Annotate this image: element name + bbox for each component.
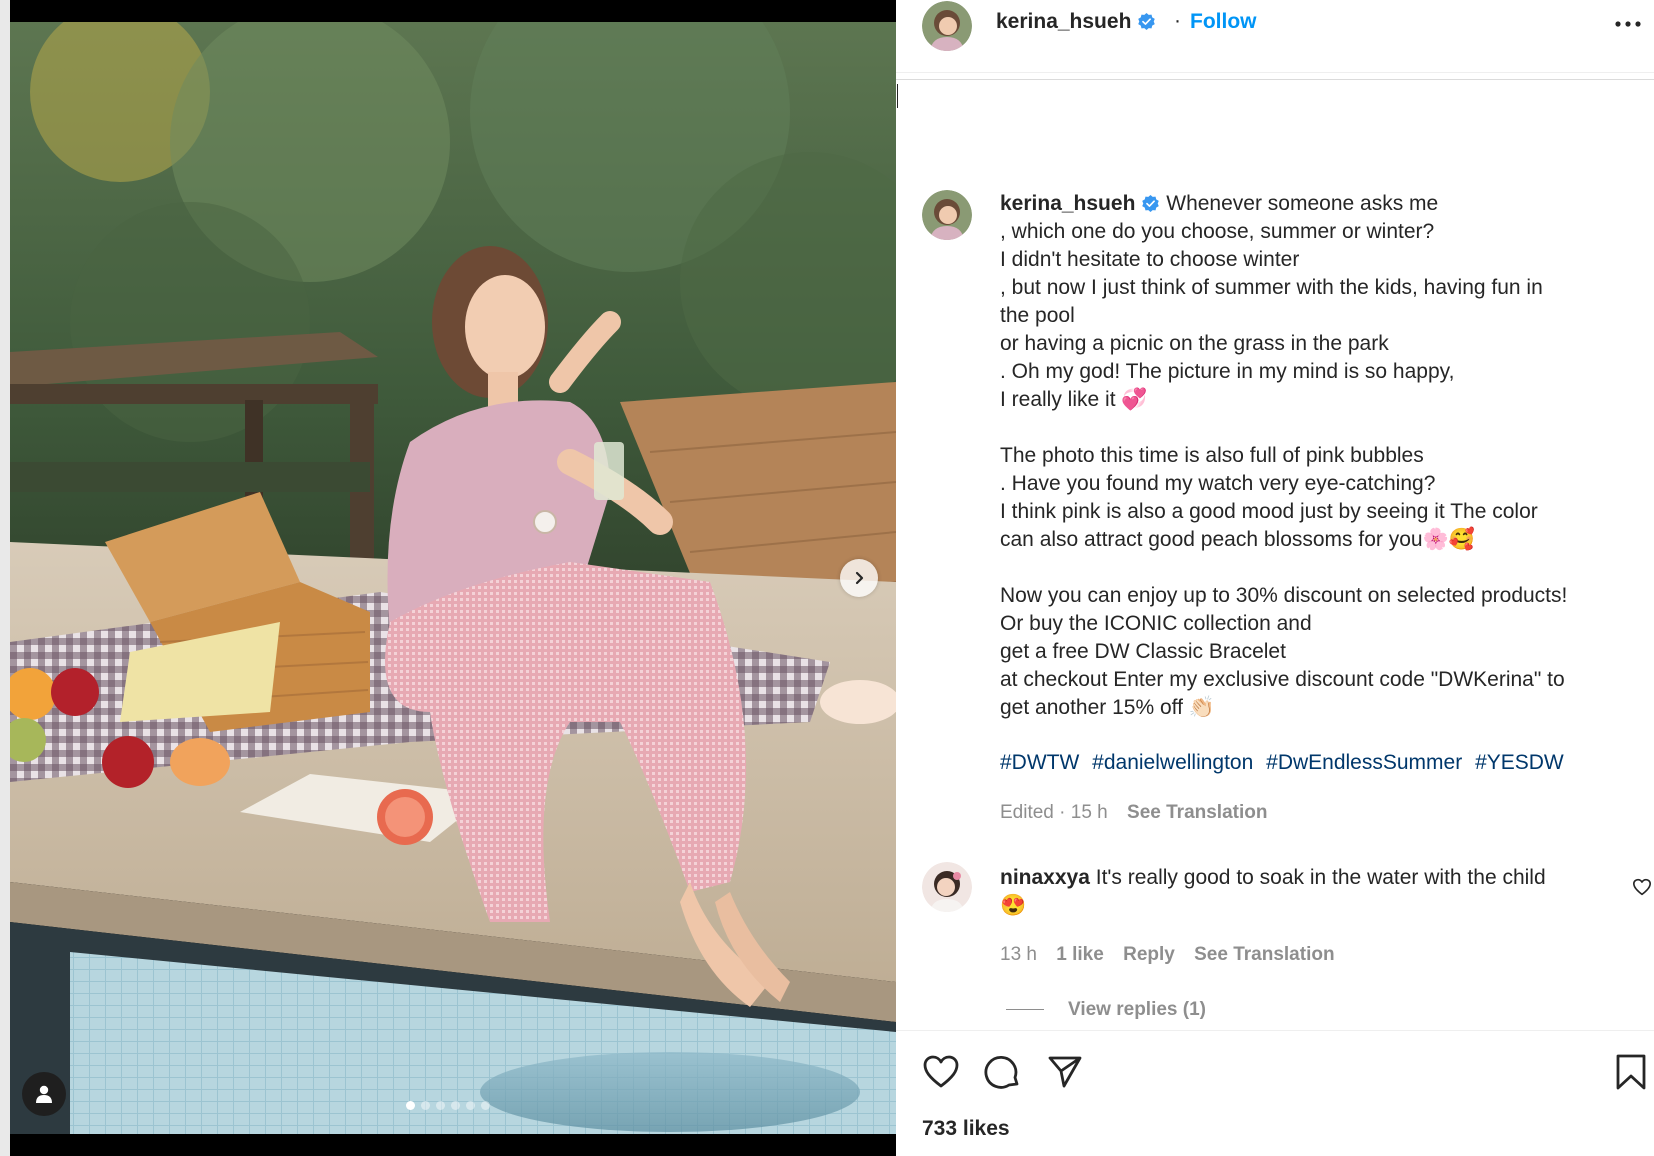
caption-line: or having a picnic on the grass in the p…	[1000, 332, 1389, 355]
hashtag-link[interactable]: #danielwellington	[1092, 751, 1253, 774]
comment-heart-icon[interactable]	[1632, 878, 1652, 896]
next-slide-button[interactable]	[840, 559, 878, 597]
commenter-avatar[interactable]	[922, 862, 972, 912]
tagged-users-button[interactable]	[22, 1072, 66, 1116]
post-caption: kerina_hsueh Whenever someone asks me , …	[1000, 190, 1640, 722]
caption-author-avatar[interactable]	[922, 190, 972, 240]
hashtag-link[interactable]: #DWTW	[1000, 751, 1079, 774]
follow-button[interactable]: Follow	[1190, 10, 1257, 34]
caption-line: , but now I just think of summer with th…	[1000, 276, 1543, 299]
slide-dot	[481, 1101, 490, 1110]
slide-indicator	[406, 1101, 490, 1110]
comment-meta: 13 h 1 like Reply See Translation	[1000, 944, 1349, 966]
caption-line: I didn't hesitate to choose winter	[1000, 248, 1300, 271]
verified-badge-icon	[1138, 12, 1156, 31]
author-username-text[interactable]: kerina_hsueh	[996, 10, 1131, 33]
hashtag-link[interactable]: #DwEndlessSummer	[1266, 751, 1462, 774]
commenter-username[interactable]: ninaxxya	[1000, 866, 1090, 889]
post-photo[interactable]	[10, 22, 896, 1134]
actions-divider	[896, 1030, 1654, 1031]
slide-dot	[421, 1101, 430, 1110]
header-divider	[896, 79, 1654, 80]
likes-count[interactable]: 733 likes	[922, 1117, 1010, 1141]
view-replies-label[interactable]: View replies (1)	[1068, 999, 1206, 1020]
chevron-right-icon	[855, 571, 864, 585]
see-translation-button[interactable]: See Translation	[1127, 802, 1267, 823]
verified-badge-icon	[1142, 194, 1160, 213]
caption-line: at checkout Enter my exclusive discount …	[1000, 668, 1565, 691]
author-username[interactable]: kerina_hsueh	[996, 10, 1156, 34]
caption-meta: Edited · 15 h See Translation	[1000, 802, 1267, 824]
view-replies-button[interactable]: View replies (1)	[1006, 999, 1206, 1021]
comment-icon[interactable]	[984, 1053, 1022, 1091]
slide-dot	[466, 1101, 475, 1110]
reply-button[interactable]: Reply	[1123, 944, 1175, 965]
slide-dot	[436, 1101, 445, 1110]
caption-username[interactable]: kerina_hsueh	[1000, 192, 1135, 215]
share-icon[interactable]	[1046, 1053, 1084, 1091]
text-cursor	[897, 84, 898, 108]
caption-line: get a free DW Classic Bracelet	[1000, 640, 1286, 663]
caption-line: . Have you found my watch very eye-catch…	[1000, 472, 1436, 495]
caption-line: get another 15% off 👏🏻	[1000, 696, 1215, 719]
comment-emoji: 😍	[1000, 894, 1027, 917]
caption-line: Now you can enjoy up to 30% discount on …	[1000, 584, 1568, 607]
caption-line: can also attract good peach blossoms for…	[1000, 528, 1475, 551]
post-details-panel: kerina_hsueh · Follow kerina_hsueh Whene…	[896, 0, 1654, 1156]
more-options-icon[interactable]	[1612, 14, 1644, 34]
caption-first-line: kerina_hsueh Whenever someone asks me	[1000, 190, 1640, 218]
caption-paragraph-gap	[1000, 414, 1640, 442]
hashtag-list: #DWTW #danielwellington #DwEndlessSummer…	[1000, 751, 1571, 775]
comment-see-translation-button[interactable]: See Translation	[1194, 944, 1334, 965]
heart-icon[interactable]	[922, 1053, 960, 1091]
comment-timestamp: 13 h	[1000, 944, 1037, 965]
post-media[interactable]	[10, 0, 896, 1156]
window-gutter	[0, 0, 10, 1156]
header-divider	[896, 72, 1654, 73]
slide-dot	[406, 1101, 415, 1110]
caption-line: Or buy the ICONIC collection and	[1000, 612, 1312, 635]
caption-line: I think pink is also a good mood just by…	[1000, 500, 1538, 523]
hashtag-link[interactable]: #YESDW	[1475, 751, 1564, 774]
caption-line: , which one do you choose, summer or win…	[1000, 220, 1435, 243]
user-tag-icon	[36, 1085, 52, 1103]
header-separator: ·	[1174, 9, 1181, 32]
comment-text: It's really good to soak in the water wi…	[1095, 866, 1546, 889]
bookmark-icon[interactable]	[1612, 1053, 1650, 1091]
caption-line: . Oh my god! The picture in my mind is s…	[1000, 360, 1455, 383]
comment-body: ninaxxya It's really good to soak in the…	[1000, 864, 1600, 920]
replies-rule	[1006, 1009, 1044, 1011]
caption-line: Whenever someone asks me	[1166, 192, 1439, 215]
caption-paragraph-gap	[1000, 554, 1640, 582]
caption-line: The photo this time is also full of pink…	[1000, 444, 1424, 467]
caption-line: the pool	[1000, 304, 1075, 327]
comment-likes-count[interactable]: 1 like	[1056, 944, 1104, 965]
slide-dot	[451, 1101, 460, 1110]
author-avatar[interactable]	[922, 1, 972, 51]
caption-line: I really like it 💞	[1000, 388, 1148, 411]
post-header: kerina_hsueh · Follow	[896, 0, 1654, 72]
caption-timestamp: Edited · 15 h	[1000, 802, 1108, 823]
